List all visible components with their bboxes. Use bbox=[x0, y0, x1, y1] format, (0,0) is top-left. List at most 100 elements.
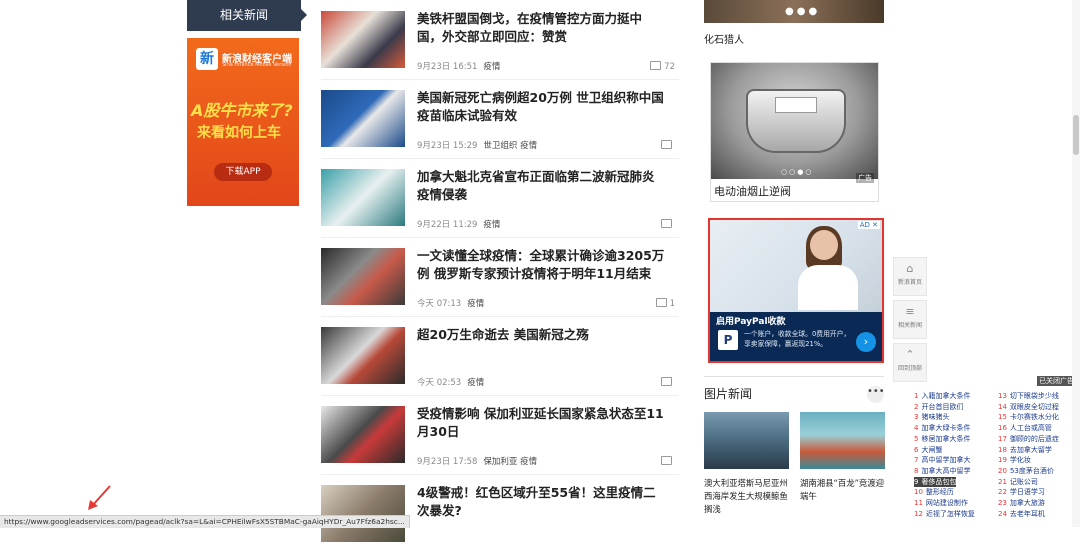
fossil-hunter-caption[interactable]: 化石猎人 bbox=[704, 31, 744, 46]
comment-count[interactable] bbox=[661, 140, 675, 151]
ranking-text[interactable]: 加拿大高中留学 bbox=[921, 467, 970, 475]
ranking-text[interactable]: 奢侈品包包 bbox=[921, 478, 956, 486]
ranking-item[interactable]: 7 高中留学加拿大 bbox=[914, 455, 970, 466]
arrow-right-icon[interactable]: › bbox=[856, 332, 876, 352]
news-tag[interactable]: 疫情 bbox=[483, 220, 500, 230]
news-thumbnail[interactable] bbox=[321, 90, 405, 147]
ranking-item[interactable]: 3 猪味猪头 bbox=[914, 412, 949, 423]
ranking-text[interactable]: 双眼皮全切过程 bbox=[1010, 403, 1059, 411]
ranking-item[interactable]: 15 卡尔赛铁水分化 bbox=[998, 412, 1059, 423]
ranking-text[interactable]: 移居加拿大条件 bbox=[921, 435, 970, 443]
news-tag[interactable]: 疫情 bbox=[483, 62, 500, 72]
news-item[interactable]: 一文读懂全球疫情：全球累计确诊逾3205万例 俄罗斯专家预计疫情将于明年11月结… bbox=[321, 237, 679, 317]
ad-close-button[interactable]: AD ✕ bbox=[857, 221, 880, 229]
ranking-item[interactable]: 14 双眼皮全切过程 bbox=[998, 402, 1059, 413]
ranking-text[interactable]: 人工台或高管 bbox=[1010, 424, 1052, 432]
ranking-text[interactable]: 猪味猪头 bbox=[921, 413, 949, 421]
ranking-text[interactable]: 切下眼袋步少线 bbox=[1010, 392, 1059, 400]
ranking-text[interactable]: 学化妆 bbox=[1010, 456, 1031, 464]
related-news-button[interactable]: ≡ 相关新闻 bbox=[893, 300, 927, 339]
ranking-text[interactable]: 高中留学加拿大 bbox=[921, 456, 970, 464]
ranking-item[interactable]: 18 去加拿大留学 bbox=[998, 445, 1052, 456]
news-title[interactable]: 一文读懂全球疫情：全球累计确诊逾3205万例 俄罗斯专家预计疫情将于明年11月结… bbox=[417, 247, 665, 283]
news-tag[interactable]: 疫情 bbox=[467, 299, 484, 309]
news-item[interactable]: 美国新冠死亡病例超20万例 世卫组织称中国疫苗临床试验有效 9月23日 15:2… bbox=[321, 79, 679, 159]
valve-ad[interactable]: ○○●○ 广告 电动油烟止逆阀 bbox=[710, 62, 879, 202]
related-news-tab[interactable]: 相关新闻 bbox=[187, 0, 307, 31]
ranking-text[interactable]: 记账公司 bbox=[1010, 478, 1038, 486]
news-title[interactable]: 4级警戒！红色区域升至55省！这里疫情二次暴发? bbox=[417, 484, 665, 520]
ranking-item[interactable]: 24 去老年耳机 bbox=[998, 509, 1045, 520]
carousel-dots[interactable]: ●●● bbox=[785, 6, 820, 17]
news-title[interactable]: 美国新冠死亡病例超20万例 世卫组织称中国疫苗临床试验有效 bbox=[417, 89, 665, 125]
paypal-ad[interactable]: AD ✕ 启用PayPal收款 P 一个账户，收款全球。0费用开户，享卖家保障，… bbox=[708, 218, 884, 363]
news-thumbnail[interactable] bbox=[321, 248, 405, 305]
ranking-item[interactable]: 23 加拿大旅游 bbox=[998, 498, 1045, 509]
news-thumbnail[interactable] bbox=[321, 327, 405, 384]
sina-home-button[interactable]: ⌂ 新浪首页 bbox=[893, 257, 927, 296]
news-item[interactable]: 加拿大魁北克省宣布正面临第二波新冠肺炎疫情侵袭 9月22日 11:29 疫情 bbox=[321, 158, 679, 238]
comment-count[interactable]: 1 bbox=[655, 298, 675, 309]
comment-count[interactable]: 72 bbox=[650, 61, 675, 72]
news-item[interactable]: 4级警戒！红色区域升至55省！这里疫情二次暴发? bbox=[321, 474, 679, 553]
ranking-item[interactable]: 13 切下眼袋步少线 bbox=[998, 391, 1059, 402]
ranking-text[interactable]: 去老年耳机 bbox=[1010, 510, 1045, 518]
pic-news-image[interactable] bbox=[800, 412, 885, 469]
news-tag[interactable]: 保加利亚 疫情 bbox=[483, 457, 537, 467]
news-thumbnail[interactable] bbox=[321, 169, 405, 226]
ranking-item[interactable]: 9 奢侈品包包 bbox=[914, 476, 957, 488]
news-title[interactable]: 加拿大魁北克省宣布正面临第二波新冠肺炎疫情侵袭 bbox=[417, 168, 665, 204]
ranking-item[interactable]: 21 记账公司 bbox=[998, 477, 1038, 488]
ranking-item[interactable]: 20 53度茅台酒价 bbox=[998, 466, 1054, 477]
ranking-item[interactable]: 8 加拿大高中留学 bbox=[914, 466, 970, 477]
ranking-item[interactable]: 11 网站建设制作 bbox=[914, 498, 968, 509]
ranking-item[interactable]: 17 御顾的的后遗症 bbox=[998, 434, 1059, 445]
download-app-button[interactable]: 下载APP bbox=[214, 163, 272, 181]
ranking-item[interactable]: 4 加拿大绿卡条件 bbox=[914, 423, 970, 434]
ranking-text[interactable]: 卡尔赛铁水分化 bbox=[1010, 413, 1059, 421]
news-item[interactable]: 美铁杆盟国倒戈，在疫情管控方面力挺中国，外交部立即回应：赞赏 9月23日 16:… bbox=[321, 0, 679, 80]
sina-finance-ad[interactable]: 新 新浪财经客户端 Sina Finance Mobile Version A股… bbox=[187, 38, 299, 206]
close-ad-button[interactable]: 已关闭广告 bbox=[1037, 376, 1076, 386]
more-icon[interactable]: ••• bbox=[867, 386, 885, 403]
ranking-item[interactable]: 19 学化妆 bbox=[998, 455, 1031, 466]
comment-count[interactable] bbox=[661, 377, 675, 388]
ranking-text[interactable]: 加拿大绿卡条件 bbox=[921, 424, 970, 432]
news-tag[interactable]: 世卫组织 疫情 bbox=[483, 141, 537, 151]
ranking-text[interactable]: 去加拿大留学 bbox=[1010, 446, 1052, 454]
news-item[interactable]: 受疫情影响 保加利亚延长国家紧急状态至11月30日 9月23日 17:58 保加利… bbox=[321, 395, 679, 475]
news-title[interactable]: 受疫情影响 保加利亚延长国家紧急状态至11月30日 bbox=[417, 405, 665, 441]
ranking-item[interactable]: 16 人工台或高管 bbox=[998, 423, 1052, 434]
pic-news-caption[interactable]: 澳大利亚塔斯马尼亚州西海岸发生大规模鲸鱼搁浅 bbox=[704, 477, 790, 516]
scrollbar-thumb[interactable] bbox=[1073, 115, 1079, 155]
ranking-item[interactable]: 12 近视了怎样恢复 bbox=[914, 509, 975, 520]
carousel-dots[interactable]: ○○●○ bbox=[781, 168, 813, 176]
ranking-item[interactable]: 6 大闸蟹 bbox=[914, 445, 942, 456]
news-thumbnail[interactable] bbox=[321, 485, 405, 542]
ranking-text[interactable]: 加拿大旅游 bbox=[1010, 499, 1045, 507]
ranking-text[interactable]: 学日语学习 bbox=[1010, 488, 1045, 496]
news-thumbnail[interactable] bbox=[321, 11, 405, 68]
comment-count[interactable] bbox=[661, 456, 675, 467]
comment-count[interactable] bbox=[661, 219, 675, 230]
ranking-item[interactable]: 2 开台首目欧们 bbox=[914, 402, 963, 413]
news-title[interactable]: 超20万生命逝去 美国新冠之殇 bbox=[417, 326, 665, 344]
ranking-text[interactable]: 入籍加拿大条件 bbox=[921, 392, 970, 400]
ranking-text[interactable]: 大闸蟹 bbox=[921, 446, 942, 454]
ranking-text[interactable]: 御顾的的后遗症 bbox=[1010, 435, 1059, 443]
ranking-text[interactable]: 网站建设制作 bbox=[926, 499, 968, 507]
scrollbar[interactable] bbox=[1072, 0, 1080, 527]
ranking-text[interactable]: 近视了怎样恢复 bbox=[926, 510, 975, 518]
ranking-item[interactable]: 1 入籍加拿大条件 bbox=[914, 391, 970, 402]
news-item[interactable]: 超20万生命逝去 美国新冠之殇 今天 02:53 疫情 bbox=[321, 316, 679, 396]
ranking-item[interactable]: 5 移居加拿大条件 bbox=[914, 434, 970, 445]
ranking-text[interactable]: 53度茅台酒价 bbox=[1010, 467, 1054, 475]
ranking-text[interactable]: 开台首目欧们 bbox=[921, 403, 963, 411]
news-tag[interactable]: 疫情 bbox=[467, 378, 484, 388]
news-thumbnail[interactable] bbox=[321, 406, 405, 463]
ranking-item[interactable]: 22 学日语学习 bbox=[998, 487, 1045, 498]
pic-news-caption[interactable]: 湖南湘县“百龙”竞渡迎端午 bbox=[800, 477, 886, 503]
back-to-top-button[interactable]: ⌃ 回到顶部 bbox=[893, 343, 927, 382]
news-title[interactable]: 美铁杆盟国倒戈，在疫情管控方面力挺中国，外交部立即回应：赞赏 bbox=[417, 10, 665, 46]
ranking-item[interactable]: 10 整形经历 bbox=[914, 487, 954, 498]
